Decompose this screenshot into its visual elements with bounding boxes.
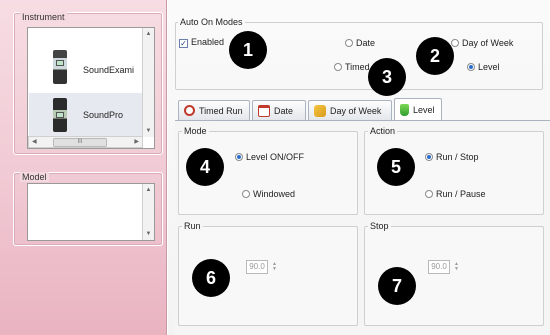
callout-badge-1: 1 xyxy=(229,31,267,69)
model-list-vscrollbar[interactable]: ▲ ▼ xyxy=(142,184,154,240)
radio-icon[interactable] xyxy=(345,39,353,47)
scroll-right-icon[interactable]: ▶ xyxy=(134,138,139,145)
clock-icon xyxy=(184,105,195,116)
callout-badge-7: 7 xyxy=(378,267,416,305)
instrument-name: SoundExami xyxy=(83,65,135,75)
radio-selected-icon[interactable] xyxy=(467,63,475,71)
model-list[interactable]: ▲ ▼ xyxy=(27,183,155,241)
enabled-checkbox[interactable]: ✓ Enabled xyxy=(179,37,224,48)
radio-label-timed: Timed xyxy=(345,62,370,72)
scroll-up-icon[interactable]: ▲ xyxy=(143,31,154,37)
callout-badge-6: 6 xyxy=(192,259,230,297)
mode-radio-windowed[interactable]: Windowed xyxy=(242,189,295,199)
callout-badge-2: 2 xyxy=(416,37,454,75)
enabled-label: Enabled xyxy=(191,37,225,47)
model-group: Model ▲ ▼ xyxy=(13,172,163,246)
tab-label: Level xyxy=(413,104,435,115)
stepper-arrows-icon[interactable]: ▲ ▼ xyxy=(454,262,459,272)
stop-group-label: Stop xyxy=(368,221,391,231)
checkmark-icon[interactable]: ✓ xyxy=(179,39,188,48)
tab-label: Date xyxy=(274,105,294,116)
hscroll-thumb-grip: III xyxy=(77,139,83,145)
radio-label: Windowed xyxy=(253,189,296,199)
radio-icon[interactable] xyxy=(451,39,459,47)
scroll-left-icon[interactable]: ◀ xyxy=(32,138,37,145)
auto-on-radio-date[interactable]: Date xyxy=(345,38,375,48)
action-group-label: Action xyxy=(368,126,398,136)
level-icon xyxy=(400,103,409,116)
stop-level-stepper[interactable]: 90.0 ▲ ▼ xyxy=(428,260,459,274)
hscroll-thumb[interactable]: III xyxy=(53,138,107,147)
model-group-label: Model xyxy=(20,172,49,182)
mode-radio-level-on-off[interactable]: Level ON/OFF xyxy=(235,152,304,162)
calendar-icon xyxy=(258,104,270,117)
tab-label: Timed Run xyxy=(199,105,243,116)
instrument-list-vscrollbar[interactable]: ▲ ▼ xyxy=(142,28,154,137)
stop-level-value[interactable]: 90.0 xyxy=(428,260,450,274)
tab-level[interactable]: Level xyxy=(394,98,442,120)
callout-badge-5: 5 xyxy=(377,148,415,186)
instrument-group-label: Instrument xyxy=(20,12,67,22)
tab-day-of-week[interactable]: Day of Week xyxy=(308,100,392,120)
radio-selected-icon[interactable] xyxy=(425,153,433,161)
sound-level-meter-icon xyxy=(53,50,67,84)
auto-on-modes-label: Auto On Modes xyxy=(178,17,245,27)
scroll-up-icon[interactable]: ▲ xyxy=(143,187,154,193)
run-level-value[interactable]: 90.0 xyxy=(246,260,268,274)
scroll-down-icon[interactable]: ▼ xyxy=(143,231,154,237)
callout-badge-3: 3 xyxy=(368,58,406,96)
radio-label: Level ON/OFF xyxy=(246,152,305,162)
folder-icon xyxy=(314,104,326,117)
radio-label-date: Date xyxy=(356,38,376,48)
left-panel: Instrument SoundExami SoundPro ▲ ▼ ◀ III… xyxy=(0,0,167,335)
radio-label: Run / Pause xyxy=(436,189,486,199)
callout-badge-4: 4 xyxy=(186,148,224,186)
instrument-item-soundpro[interactable]: SoundPro xyxy=(29,93,144,137)
radio-selected-icon[interactable] xyxy=(235,153,243,161)
instrument-list-hscrollbar[interactable]: ◀ III ▶ xyxy=(28,136,143,148)
tab-label: Day of Week xyxy=(330,105,382,116)
scroll-down-icon[interactable]: ▼ xyxy=(143,128,154,134)
radio-icon[interactable] xyxy=(425,190,433,198)
instrument-name: SoundPro xyxy=(83,110,124,120)
instrument-item-soundexaminer[interactable]: SoundExami xyxy=(29,48,144,92)
mode-group-label: Mode xyxy=(182,126,209,136)
run-group-label: Run xyxy=(182,221,203,231)
radio-icon[interactable] xyxy=(334,63,342,71)
sound-level-meter-icon xyxy=(53,98,67,132)
instrument-group: Instrument SoundExami SoundPro ▲ ▼ ◀ III… xyxy=(13,12,163,155)
auto-on-radio-level[interactable]: Level xyxy=(467,62,500,72)
radio-label-level: Level xyxy=(478,62,500,72)
stepper-arrows-icon[interactable]: ▲ ▼ xyxy=(272,262,277,272)
radio-label-day-of-week: Day of Week xyxy=(462,38,514,48)
auto-on-radio-day-of-week[interactable]: Day of Week xyxy=(451,38,513,48)
action-radio-run-pause[interactable]: Run / Pause xyxy=(425,189,486,199)
auto-on-radio-timed[interactable]: Timed xyxy=(334,62,370,72)
radio-icon[interactable] xyxy=(242,190,250,198)
instrument-list[interactable]: SoundExami SoundPro ▲ ▼ ◀ III ▶ xyxy=(27,27,155,149)
tab-timed-run[interactable]: Timed Run xyxy=(178,100,250,120)
action-radio-run-stop[interactable]: Run / Stop xyxy=(425,152,479,162)
tab-date[interactable]: Date xyxy=(252,100,306,120)
run-level-stepper[interactable]: 90.0 ▲ ▼ xyxy=(246,260,277,274)
radio-label: Run / Stop xyxy=(436,152,479,162)
